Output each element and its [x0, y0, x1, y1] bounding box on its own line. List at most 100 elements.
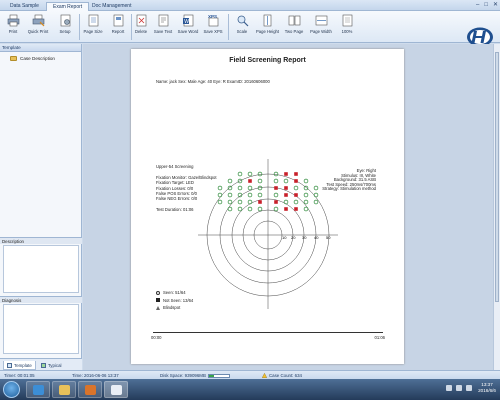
delete-button[interactable]: Delete [130, 13, 152, 41]
printer-icon [7, 14, 20, 27]
seen-point [303, 199, 309, 205]
print-label: Print [8, 29, 18, 34]
minimize-icon[interactable]: – [476, 1, 479, 10]
delete-icon [135, 14, 148, 27]
quick-print-button[interactable]: Quick Print [27, 13, 49, 41]
blindspot-symbol-icon [156, 305, 160, 310]
tab-data-sample[interactable]: Data Sample [4, 2, 45, 11]
seen-point [247, 199, 253, 205]
tab-doc-management[interactable]: Doc Management [86, 2, 137, 11]
taskbar-app-ie[interactable] [26, 381, 50, 398]
save-xps-button[interactable]: XPS Save XPS [202, 13, 224, 41]
two-page-icon [288, 14, 301, 27]
diagnosis-textbox[interactable] [3, 304, 79, 354]
report-title: Field Screening Report [229, 57, 306, 64]
seen-point [273, 206, 279, 212]
zoom-100-icon [341, 14, 354, 27]
clock-date: 2016/6/6 [478, 388, 496, 393]
seen-point [293, 199, 299, 205]
report-button[interactable]: Report [107, 13, 129, 41]
seen-point [237, 185, 243, 191]
seen-point [273, 178, 279, 184]
zoom-100-button[interactable]: 100% [336, 13, 358, 41]
legend-not-seen: Not Seen: 13/64 [156, 297, 193, 305]
diagnosis-header: Diagnosis [0, 296, 82, 303]
vertical-scrollbar[interactable] [493, 44, 500, 370]
status-bar: Timer: 00:01:05 Time: 2016-06-06 13:37 D… [0, 370, 500, 379]
legend-label: Blindspot [163, 305, 181, 310]
close-icon[interactable]: ✕ [493, 1, 498, 10]
two-page-button[interactable]: Two Page [283, 13, 305, 41]
tab-template-label: Template [14, 362, 32, 368]
not-seen-point [294, 207, 298, 211]
timeline-start: 00:00 [151, 335, 162, 340]
not-seen-point [258, 200, 262, 204]
print-button[interactable]: Print [2, 13, 24, 41]
typical-icon [40, 363, 46, 368]
tab-exam-report[interactable]: Exam Report [46, 2, 90, 11]
tree-item-label: Case Description [20, 56, 55, 61]
taskbar-app-explorer[interactable] [52, 381, 76, 398]
ribbon-separator [228, 14, 229, 40]
visual-field-plot: 10 20 30 40 50 [198, 159, 338, 309]
report-page: Field Screening Report Name: jack Sex: M… [131, 49, 404, 364]
tray-volume-icon[interactable] [466, 385, 472, 391]
folder-icon [59, 385, 70, 395]
axis-tick-label: 40 [314, 235, 319, 240]
start-button[interactable] [3, 381, 20, 398]
scale-button[interactable]: Scale [231, 13, 253, 41]
window-controls: – □ ✕ [476, 1, 498, 10]
legend-seen: Seen: 51/64 [156, 289, 193, 297]
seen-point [273, 171, 279, 177]
tray-flag-icon[interactable] [446, 385, 452, 391]
seen-point [247, 192, 253, 198]
page-height-button[interactable]: Page Height [256, 13, 279, 41]
taskbar-app-media[interactable] [78, 381, 102, 398]
title-bar: Data Sample Exam Report Doc Management –… [0, 0, 500, 11]
report-icon [112, 14, 125, 27]
ribbon-toolbar: Print Quick Print Setup Page Size Report… [0, 11, 500, 47]
save-word-button[interactable]: W Save Word [177, 13, 199, 41]
disk-usage-fill [208, 374, 214, 377]
delete-label: Delete [134, 29, 148, 34]
template-header: Template [0, 44, 81, 52]
folder-icon [10, 56, 17, 61]
maximize-icon[interactable]: □ [484, 1, 488, 10]
seen-point [313, 199, 319, 205]
seen-point [247, 206, 253, 212]
ribbon-separator [79, 14, 80, 40]
browser-icon [33, 385, 44, 395]
save-text-button[interactable]: Save Text [152, 13, 174, 41]
system-tray [446, 385, 472, 391]
seen-point [217, 199, 223, 205]
seen-point [227, 206, 233, 212]
tab-typical[interactable]: Typical [38, 361, 65, 370]
page-width-button[interactable]: Page Width [310, 13, 332, 41]
seen-point [273, 192, 279, 198]
not-seen-point [284, 172, 288, 176]
axis-tick-label: 50 [326, 235, 331, 240]
not-seen-point [284, 193, 288, 197]
description-textbox[interactable] [3, 245, 79, 293]
page-size-button[interactable]: Page Size [82, 13, 104, 41]
tree-item-case-description[interactable]: Case Description [10, 56, 81, 61]
seen-point [303, 178, 309, 184]
taskbar-app-perimeter[interactable] [104, 381, 128, 398]
tab-template[interactable]: Template [3, 361, 36, 370]
seen-point [227, 192, 233, 198]
seen-point [303, 192, 309, 198]
seen-point [283, 178, 289, 184]
patient-info: Name: jack Sex: Male Age: 40 Eye: R Exam… [156, 79, 270, 84]
axis-ticks: 10 20 30 40 50 [282, 235, 331, 240]
tray-network-icon[interactable] [456, 385, 462, 391]
setup-button[interactable]: Setup [54, 13, 76, 41]
taskbar-clock[interactable]: 13:37 2016/6/6 [478, 382, 496, 394]
seen-point [313, 192, 319, 198]
two-page-label: Two Page [284, 29, 304, 34]
seen-point [227, 178, 233, 184]
not-seen-point [274, 186, 278, 190]
seen-point [303, 206, 309, 212]
os-taskbar: 13:37 2016/6/6 [0, 379, 500, 400]
scrollbar-thumb[interactable] [495, 52, 499, 302]
seen-point [217, 185, 223, 191]
